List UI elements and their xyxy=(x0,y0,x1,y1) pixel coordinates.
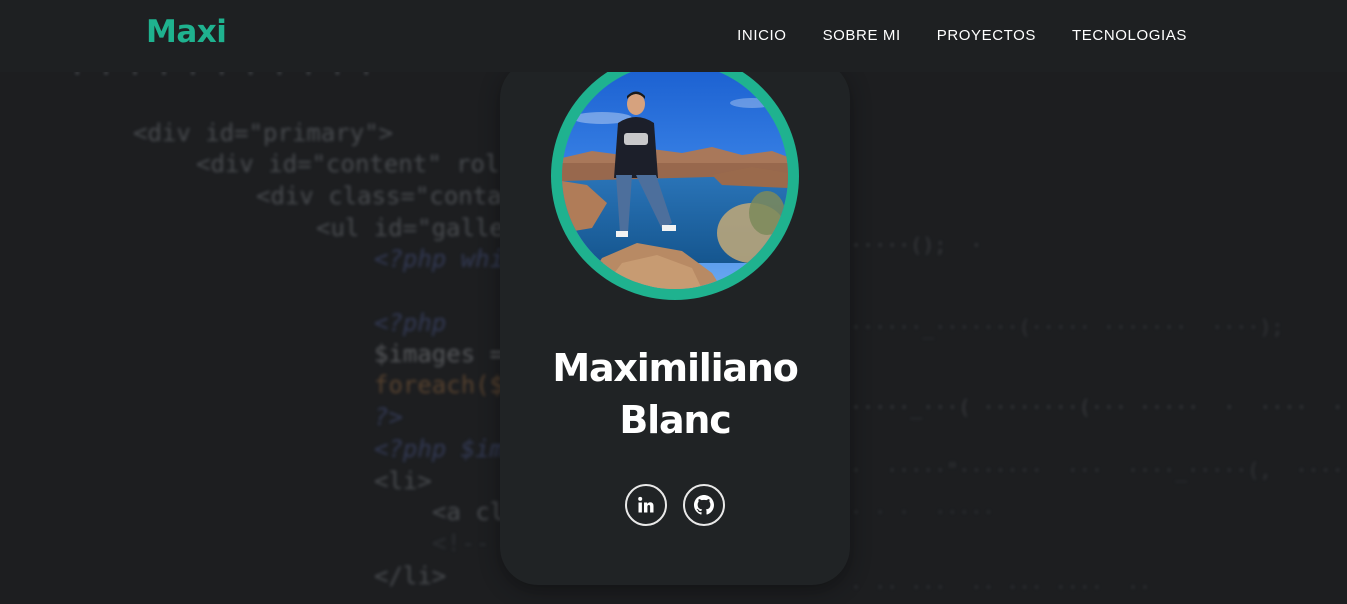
avatar xyxy=(562,63,788,289)
code-line: <!-- xyxy=(432,529,505,557)
navbar: Maxi INICIO SOBRE MI PROYECTOS TECNOLOGI… xyxy=(0,0,1347,72)
code-line: <a cl xyxy=(432,498,505,526)
github-button[interactable] xyxy=(683,484,725,526)
code-fragment: · ·· ··· ·· ··· ···· ·· xyxy=(850,575,1152,599)
code-fragment: ······_·······(····· ······· ····); xyxy=(850,315,1284,339)
profile-name-last: Blanc xyxy=(619,398,731,442)
nav-links: INICIO SOBRE MI PROYECTOS TECNOLOGIAS xyxy=(737,27,1187,44)
linkedin-button[interactable] xyxy=(625,484,667,526)
code-line: ?> xyxy=(374,403,403,431)
profile-photo xyxy=(562,63,788,289)
profile-name-first: Maximiliano xyxy=(552,346,798,390)
code-fragment: ·····(); · xyxy=(850,233,983,257)
code-line: <?php $im xyxy=(374,435,505,463)
code-line: <div class="conta xyxy=(256,182,502,210)
profile-name: Maximiliano Blanc xyxy=(500,342,850,446)
nav-item-tecnologias[interactable]: TECNOLOGIAS xyxy=(1072,27,1187,44)
code-line: <?php whi xyxy=(374,245,505,273)
code-fragment: ·····_···( ········(··· ····· · ···· · xyxy=(850,395,1344,419)
logo[interactable]: Maxi xyxy=(146,14,227,50)
code-fragment: · ·····"······· ··· ····_·····(, ·······… xyxy=(850,458,1347,482)
avatar-ring xyxy=(551,52,799,300)
code-line: foreach($ xyxy=(374,371,505,399)
github-icon xyxy=(694,495,714,515)
nav-item-sobre-mi[interactable]: SOBRE MI xyxy=(823,27,901,44)
nav-item-inicio[interactable]: INICIO xyxy=(737,27,786,44)
code-line: <li> xyxy=(374,467,432,495)
code-line: <ul id="galle xyxy=(316,214,504,242)
code-line: <div id="primary"> xyxy=(133,119,394,147)
code-line: </li> xyxy=(374,562,447,590)
nav-item-proyectos[interactable]: PROYECTOS xyxy=(937,27,1036,44)
code-line: <div id="content" rol xyxy=(196,150,500,178)
code-line: <?php xyxy=(374,309,447,337)
code-line: $images = xyxy=(374,340,505,368)
social-links xyxy=(625,484,725,526)
code-fragment: · · · ····· xyxy=(850,500,995,524)
linkedin-icon xyxy=(638,496,654,513)
page: · · · · · · · · · · · <div id="primary">… xyxy=(0,0,1347,604)
